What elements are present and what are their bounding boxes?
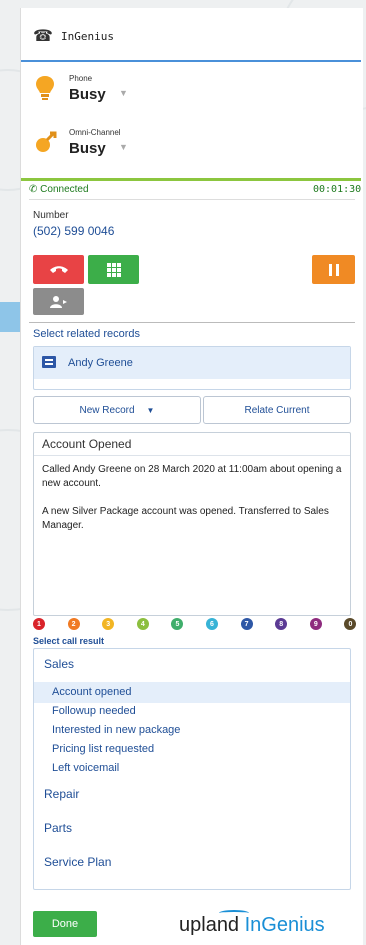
- divider: [29, 322, 355, 323]
- chevron-down-icon[interactable]: ▼: [119, 88, 128, 98]
- result-item[interactable]: Followup needed: [52, 705, 136, 717]
- result-item[interactable]: Left voicemail: [52, 762, 119, 774]
- call-timer: 00:01:30: [313, 184, 362, 195]
- disposition-codes: 1 2 3 4 5 6 7 8 9 0: [33, 618, 357, 630]
- upland-ingenius-logo: upland InGenius: [179, 910, 325, 937]
- disposition-code-5[interactable]: 5: [171, 618, 184, 630]
- softphone-header: ☎ InGenius: [21, 8, 361, 62]
- result-item[interactable]: Pricing list requested: [52, 743, 154, 755]
- disposition-code-1[interactable]: 1: [33, 618, 45, 630]
- call-state: ✆ Connected: [29, 184, 89, 195]
- disposition-code-4[interactable]: 4: [136, 618, 149, 630]
- softphone-panel: ☎ InGenius Phone Busy ▼ Omni-Channel Bus…: [20, 8, 363, 945]
- call-result-title: Select call result: [33, 636, 105, 646]
- omni-status-value: Busy: [69, 140, 106, 157]
- related-record-row[interactable]: Andy Greene: [34, 347, 350, 379]
- hangup-button[interactable]: [33, 255, 84, 284]
- disposition-code-9[interactable]: 9: [309, 618, 322, 630]
- result-item[interactable]: Interested in new package: [52, 724, 180, 736]
- caret-down-icon: ▼: [146, 405, 155, 415]
- divider: [29, 199, 355, 200]
- phone-status-label: Phone: [69, 74, 93, 83]
- pause-icon: [328, 263, 339, 276]
- result-group-sales[interactable]: Sales: [44, 657, 74, 671]
- phone-icon: ☎: [33, 28, 53, 45]
- keypad-button[interactable]: [88, 255, 139, 284]
- hold-button[interactable]: [312, 255, 355, 284]
- number-label: Number: [33, 210, 69, 221]
- omni-channel-icon: [36, 131, 57, 152]
- chevron-down-icon[interactable]: ▼: [119, 142, 128, 152]
- note-title-field[interactable]: Account Opened: [34, 433, 350, 456]
- bulb-status-icon: [36, 76, 54, 100]
- result-group-repair[interactable]: Repair: [44, 787, 79, 801]
- app-title: InGenius: [61, 30, 114, 43]
- note-body-field[interactable]: Called Andy Greene on 28 March 2020 at 1…: [42, 463, 344, 533]
- phone-status-value: Busy: [69, 86, 106, 103]
- related-records-title: Select related records: [33, 328, 140, 340]
- phone-status[interactable]: Phone Busy ▼: [33, 72, 333, 112]
- transfer-button[interactable]: [33, 288, 84, 315]
- contact-card-icon: [42, 356, 56, 368]
- related-records-list: Andy Greene: [33, 346, 351, 390]
- disposition-code-6[interactable]: 6: [206, 618, 218, 630]
- omni-status-label: Omni-Channel: [69, 128, 121, 137]
- result-item[interactable]: Account opened: [52, 686, 132, 698]
- disposition-code-7[interactable]: 7: [240, 618, 253, 630]
- side-tab[interactable]: [0, 302, 20, 332]
- transfer-user-icon: [49, 295, 67, 308]
- omni-status[interactable]: Omni-Channel Busy ▼: [33, 126, 333, 166]
- hangup-icon: [49, 265, 68, 273]
- disposition-code-8[interactable]: 8: [275, 618, 288, 630]
- new-record-button[interactable]: New Record ▼: [33, 396, 201, 424]
- disposition-code-2[interactable]: 2: [67, 618, 80, 630]
- disposition-code-3[interactable]: 3: [102, 618, 115, 630]
- call-note[interactable]: Account Opened Called Andy Greene on 28 …: [33, 432, 351, 616]
- related-record-name: Andy Greene: [68, 357, 133, 369]
- done-button[interactable]: Done: [33, 911, 97, 937]
- result-group-parts[interactable]: Parts: [44, 821, 72, 835]
- number-value: (502) 599 0046: [33, 224, 115, 238]
- relate-current-button[interactable]: Relate Current: [203, 396, 351, 424]
- result-group-service-plan[interactable]: Service Plan: [44, 855, 111, 869]
- connected-bar: [21, 178, 361, 181]
- call-result-list: Sales Account opened Followup needed Int…: [33, 648, 351, 890]
- disposition-code-0[interactable]: 0: [344, 618, 357, 630]
- logo-swoosh: [219, 910, 249, 916]
- keypad-icon: [106, 262, 121, 277]
